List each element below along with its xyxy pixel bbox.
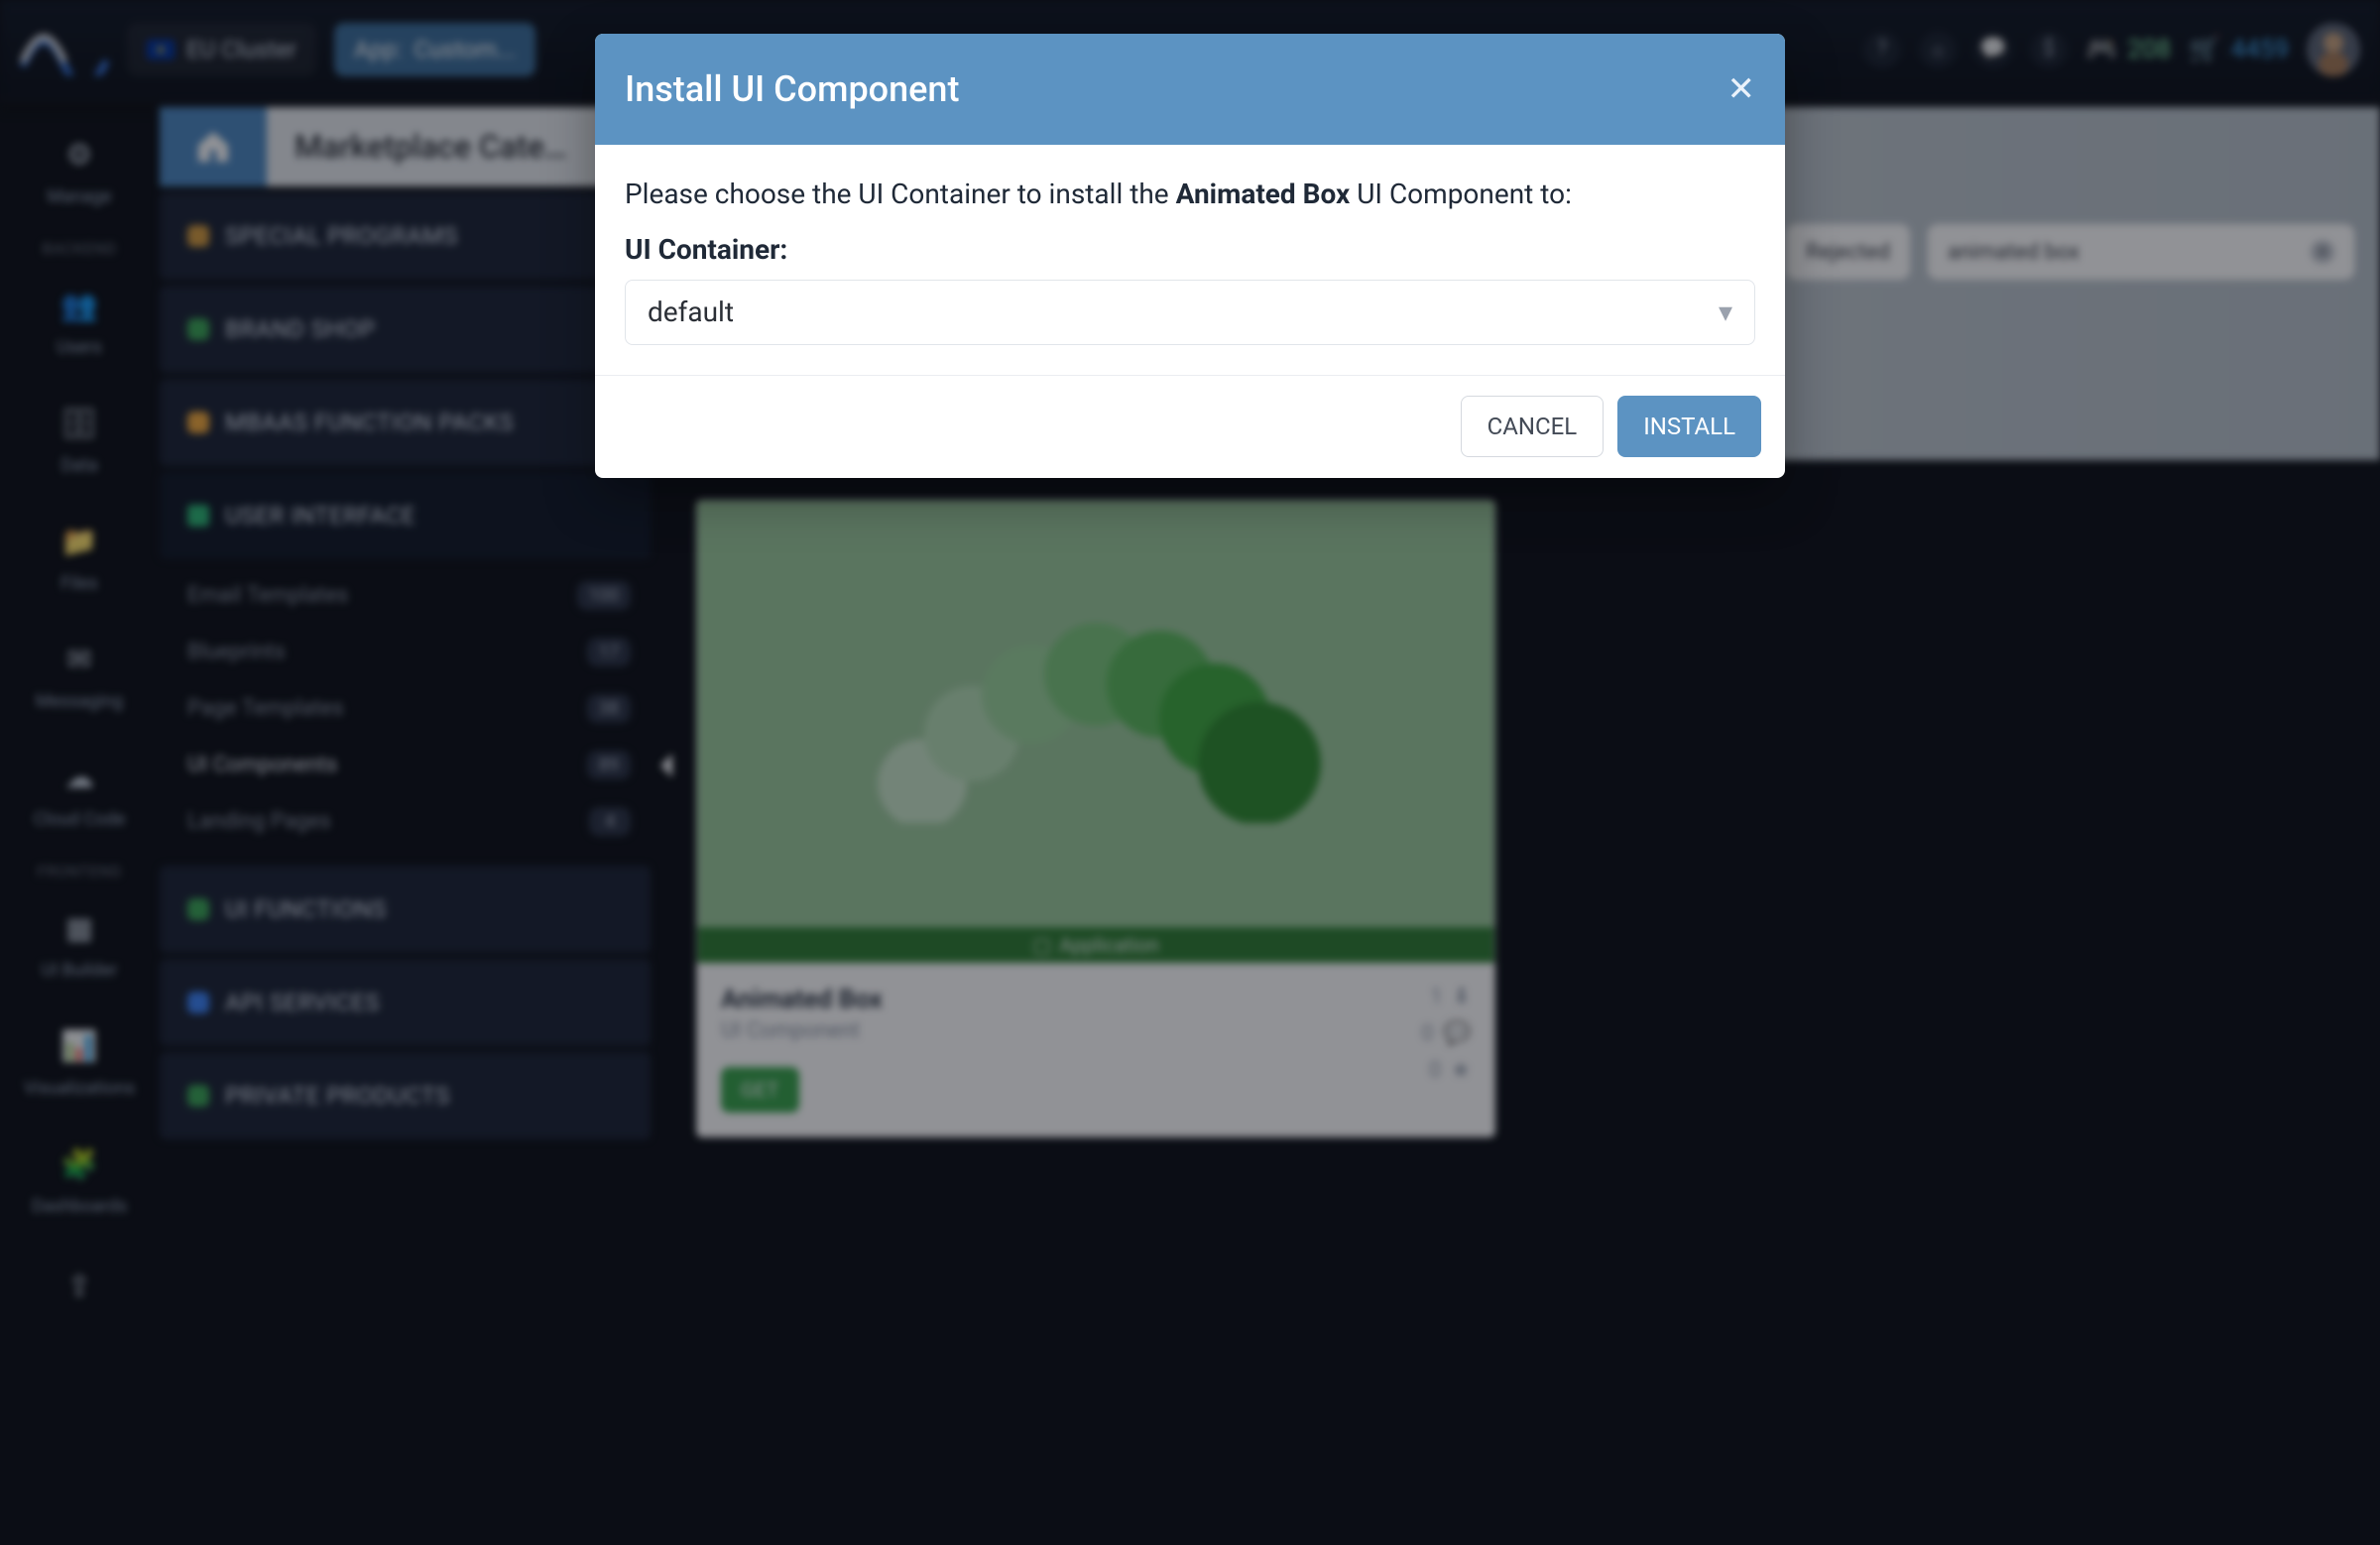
modal-lead-suffix: UI Component to: [1350, 178, 1572, 210]
install-button-label: INSTALL [1643, 413, 1735, 440]
ui-container-value: default [648, 296, 734, 328]
modal-overlay[interactable]: Install UI Component ✕ Please choose the… [0, 0, 2380, 1545]
modal-lead-prefix: Please choose the UI Container to instal… [625, 178, 1176, 210]
modal-lead-component: Animated Box [1176, 178, 1351, 210]
cancel-button-label: CANCEL [1488, 413, 1578, 440]
cancel-button[interactable]: CANCEL [1461, 396, 1605, 457]
ui-container-select[interactable]: default ▾ [625, 280, 1755, 345]
modal-lead: Please choose the UI Container to instal… [625, 175, 1755, 215]
install-button[interactable]: INSTALL [1617, 396, 1761, 457]
ui-container-label: UI Container: [625, 233, 1755, 266]
close-icon[interactable]: ✕ [1727, 69, 1756, 109]
modal-title: Install UI Component [625, 68, 959, 110]
install-modal: Install UI Component ✕ Please choose the… [595, 34, 1785, 478]
chevron-down-icon: ▾ [1719, 296, 1732, 328]
